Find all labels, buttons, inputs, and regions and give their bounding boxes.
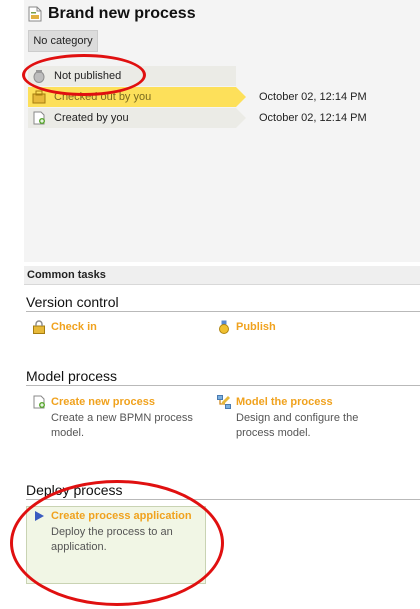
created-row: Created by you	[28, 108, 246, 128]
section-version-control: Version control	[26, 294, 420, 312]
category-badge[interactable]: No category	[28, 30, 98, 52]
publish-link[interactable]: Publish	[236, 320, 276, 334]
section-deploy-process: Deploy process	[26, 482, 420, 500]
check-in-task[interactable]: Check in	[32, 320, 97, 334]
new-process-icon	[33, 395, 45, 409]
common-tasks-header: Common tasks	[24, 266, 420, 285]
create-process-application-desc: Deploy the process to an application.	[51, 526, 173, 553]
section-model-process: Model process	[26, 368, 420, 386]
checked-out-label: Checked out by you	[54, 91, 152, 103]
lock-icon	[33, 320, 45, 334]
create-new-process-task[interactable]: Create new process Create a new BPMN pro…	[32, 395, 202, 441]
publish-medal-icon	[219, 320, 229, 334]
created-label: Created by you	[54, 112, 129, 124]
page-title-row: Brand new process	[28, 4, 196, 24]
publish-status-row: Not published	[28, 66, 236, 86]
unpublished-icon	[33, 70, 45, 83]
model-process-desc: Design and configure the process model.	[236, 412, 359, 439]
process-document-icon	[28, 6, 42, 22]
create-process-application-task[interactable]: Create process application Deploy the pr…	[32, 509, 202, 555]
model-process-link[interactable]: Model the process	[236, 395, 397, 409]
model-process-task[interactable]: Model the process Design and configure t…	[217, 395, 397, 441]
create-new-process-desc: Create a new BPMN process model.	[51, 412, 193, 439]
page-title: Brand new process	[48, 5, 196, 22]
created-icon	[33, 111, 45, 125]
publish-status-label: Not published	[54, 70, 122, 82]
create-process-application-link[interactable]: Create process application	[51, 509, 202, 523]
checked-out-row: Checked out by you	[28, 87, 246, 107]
play-arrow-icon	[35, 511, 44, 521]
created-date: October 02, 12:14 PM	[259, 112, 367, 124]
publish-task[interactable]: Publish	[217, 320, 276, 334]
checked-out-date: October 02, 12:14 PM	[259, 91, 367, 103]
check-in-link[interactable]: Check in	[51, 320, 97, 334]
model-process-icon	[217, 395, 231, 409]
create-new-process-link[interactable]: Create new process	[51, 395, 202, 409]
checked-out-icon	[32, 90, 46, 104]
